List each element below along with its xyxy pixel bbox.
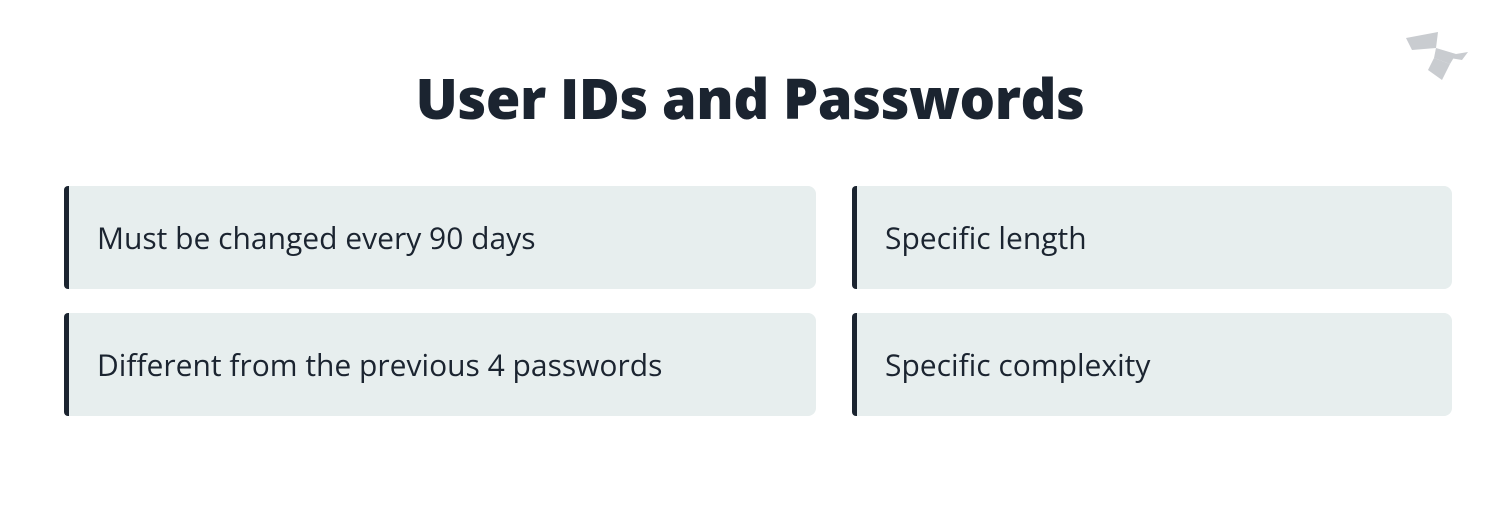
page-title: User IDs and Passwords xyxy=(60,60,1440,136)
card-text: Different from the previous 4 passwords xyxy=(97,345,662,384)
card-change-90-days: Must be changed every 90 days xyxy=(64,186,816,289)
bird-logo-icon xyxy=(1398,30,1470,90)
card-specific-length: Specific length xyxy=(852,186,1452,289)
card-previous-4-passwords: Different from the previous 4 passwords xyxy=(64,313,816,416)
card-text: Specific length xyxy=(885,218,1087,257)
cards-grid: Must be changed every 90 days Specific l… xyxy=(60,186,1440,416)
card-text: Must be changed every 90 days xyxy=(97,218,536,257)
card-specific-complexity: Specific complexity xyxy=(852,313,1452,416)
card-text: Specific complexity xyxy=(885,345,1150,384)
